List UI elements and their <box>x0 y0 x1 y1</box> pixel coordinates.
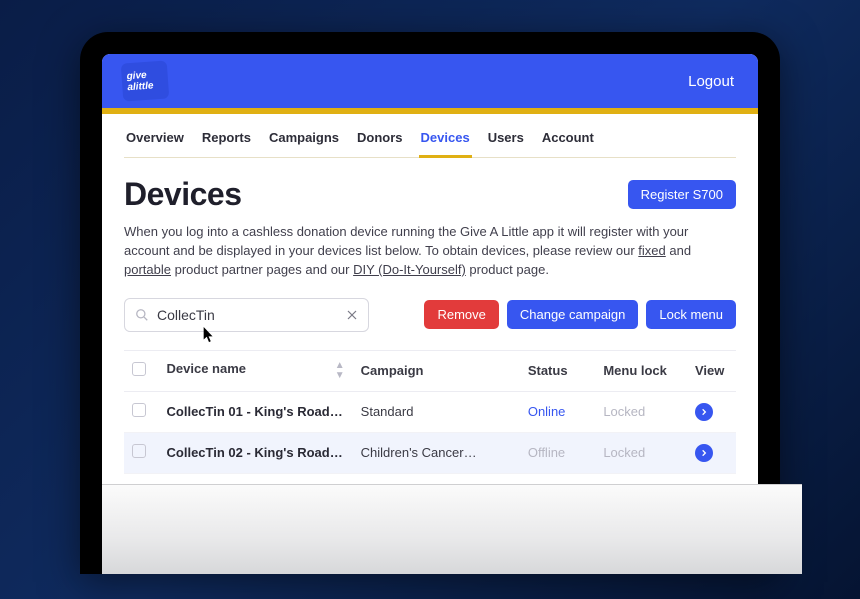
intro-text: When you log into a cashless donation de… <box>124 223 736 280</box>
page-title: Devices <box>124 176 241 213</box>
cell-menu-lock: Unlocked <box>595 473 687 484</box>
link-portable[interactable]: portable <box>124 262 171 277</box>
cell-device-name: CollecTin 03 - Liverpool Rd… <box>159 473 353 484</box>
remove-button[interactable]: Remove <box>424 300 498 329</box>
intro-part1: When you log into a cashless donation de… <box>124 224 688 258</box>
table-row: CollecTin 02 - King's Road… Children's C… <box>124 432 736 473</box>
table-row: CollecTin 03 - Liverpool Rd… Summer camp… <box>124 473 736 484</box>
search-icon <box>135 308 149 322</box>
sort-icon[interactable]: ▲▼ <box>335 361 345 381</box>
logout-link[interactable]: Logout <box>688 73 734 90</box>
nav-tabs: Overview Reports Campaigns Donors Device… <box>124 114 736 158</box>
search-input[interactable] <box>157 307 338 323</box>
intro-after: product page. <box>466 262 549 277</box>
cell-menu-lock: Locked <box>595 391 687 432</box>
cursor-icon <box>203 327 215 343</box>
th-campaign[interactable]: Campaign <box>353 350 520 391</box>
tab-users[interactable]: Users <box>486 124 526 158</box>
content: Overview Reports Campaigns Donors Device… <box>102 114 758 484</box>
table-row: CollecTin 01 - King's Road… Standard Onl… <box>124 391 736 432</box>
intro-mid: product partner pages and our <box>171 262 353 277</box>
view-button[interactable] <box>695 403 713 421</box>
th-view: View <box>687 350 736 391</box>
tab-reports[interactable]: Reports <box>200 124 253 158</box>
link-diy[interactable]: DIY (Do-It-Yourself) <box>353 262 466 277</box>
intro-and: and <box>666 243 691 258</box>
table-header-row: Device name▲▼ Campaign Status Menu lock … <box>124 350 736 391</box>
monitor-frame: give alittle Logout Overview Reports Cam… <box>80 32 780 574</box>
screen: give alittle Logout Overview Reports Cam… <box>102 54 758 484</box>
select-all-checkbox[interactable] <box>132 362 146 376</box>
link-fixed[interactable]: fixed <box>638 243 665 258</box>
cell-status: Online <box>520 391 596 432</box>
tab-overview[interactable]: Overview <box>124 124 186 158</box>
cell-campaign: Summer campaign <box>353 473 520 484</box>
tab-donors[interactable]: Donors <box>355 124 405 158</box>
register-button[interactable]: Register S700 <box>628 180 736 209</box>
th-status[interactable]: Status <box>520 350 596 391</box>
cell-status: Offline <box>520 432 596 473</box>
th-device-name[interactable]: Device name <box>167 361 247 376</box>
cell-campaign: Standard <box>353 391 520 432</box>
cell-device-name: CollecTin 02 - King's Road… <box>159 432 353 473</box>
brand-line2: alittle <box>127 80 164 93</box>
toolbar: Remove Change campaign Lock menu <box>124 298 736 332</box>
search-box[interactable] <box>124 298 369 332</box>
cell-campaign: Children's Cancer… <box>353 432 520 473</box>
cell-device-name: CollecTin 01 - King's Road… <box>159 391 353 432</box>
change-campaign-button[interactable]: Change campaign <box>507 300 639 329</box>
cell-status: Online <box>520 473 596 484</box>
view-button[interactable] <box>695 444 713 462</box>
cell-menu-lock: Locked <box>595 432 687 473</box>
tab-account[interactable]: Account <box>540 124 596 158</box>
table-body: CollecTin 01 - King's Road… Standard Onl… <box>124 391 736 484</box>
th-menu-lock[interactable]: Menu lock <box>595 350 687 391</box>
tab-devices[interactable]: Devices <box>419 124 472 158</box>
devices-table: Device name▲▼ Campaign Status Menu lock … <box>124 350 736 484</box>
tab-campaigns[interactable]: Campaigns <box>267 124 341 158</box>
brand-logo[interactable]: give alittle <box>121 60 170 101</box>
row-checkbox[interactable] <box>132 444 146 458</box>
monitor-chin <box>102 484 802 574</box>
row-checkbox[interactable] <box>132 403 146 417</box>
lock-menu-button[interactable]: Lock menu <box>646 300 736 329</box>
clear-icon[interactable] <box>346 309 358 321</box>
page-header: Devices Register S700 <box>124 176 736 213</box>
top-bar: give alittle Logout <box>102 54 758 108</box>
